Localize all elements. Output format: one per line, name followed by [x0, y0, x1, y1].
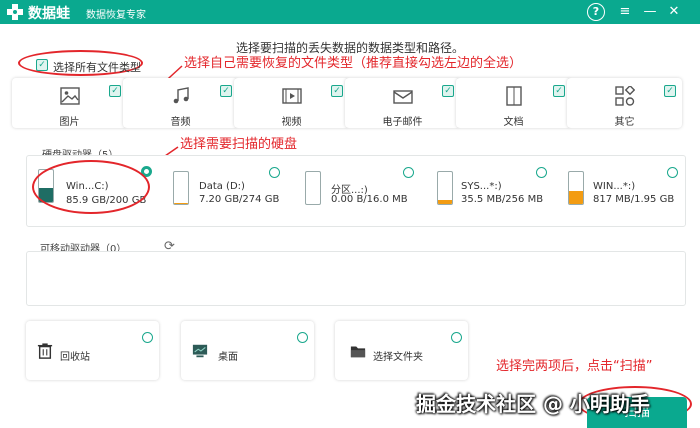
location-label: 选择文件夹	[373, 352, 423, 363]
others-icon	[614, 86, 635, 106]
file-type-audio[interactable]: ✓ 音频	[123, 78, 238, 128]
others-checkbox[interactable]: ✓	[664, 85, 676, 97]
location-radio[interactable]	[297, 332, 308, 343]
picture-icon	[59, 87, 80, 105]
drive-icon	[305, 171, 321, 205]
select-all-label: 选择所有文件类型	[53, 61, 141, 74]
file-type-label: 文档	[503, 117, 524, 128]
drive-size: 817 MB/1.95 GB	[593, 194, 675, 205]
file-type-label: 图片	[59, 117, 80, 128]
drive-usage-fill	[174, 203, 188, 204]
location-radio[interactable]	[142, 332, 153, 343]
drive-name: SYS...*:)	[461, 181, 502, 192]
drive-sys[interactable]: SYS...*:) 35.5 MB/256 MB	[432, 165, 552, 215]
select-all-checkbox[interactable]: ✓	[36, 59, 48, 71]
drive-usage-fill	[569, 190, 583, 204]
help-icon[interactable]: ?	[587, 3, 605, 21]
audio-checkbox[interactable]: ✓	[220, 85, 232, 97]
minimize-icon[interactable]: —	[641, 3, 659, 21]
watermark: 掘金技术社区 @ 小明助手	[416, 392, 650, 416]
drive-hint-annotation: 选择需要扫描的硬盘	[180, 137, 298, 152]
types-hint-annotation: 选择自己需要恢复的文件类型（推荐直接勾选左边的全选）	[184, 56, 523, 71]
folder-icon	[350, 346, 366, 358]
picture-checkbox[interactable]: ✓	[109, 85, 121, 97]
file-type-video[interactable]: ✓ 视频	[234, 78, 349, 128]
location-radio[interactable]	[451, 332, 462, 343]
document-icon	[505, 86, 522, 106]
drive-radio[interactable]	[667, 167, 678, 178]
scan-hint-annotation: 选择完两项后，点击“扫描”	[496, 359, 653, 374]
recycle-bin-icon	[37, 343, 53, 359]
menu-icon[interactable]: ≡	[616, 3, 634, 21]
music-icon	[173, 87, 189, 104]
drive-size: 7.20 GB/274 GB	[199, 194, 280, 205]
location-recycle-bin[interactable]: 回收站	[26, 321, 159, 380]
video-checkbox[interactable]: ✓	[331, 85, 343, 97]
file-type-label: 其它	[614, 117, 635, 128]
drive-size: 0.00 B/16.0 MB	[331, 194, 408, 205]
drive-partition[interactable]: 分区...:) 0.00 B/16.0 MB	[300, 165, 420, 215]
drive-radio[interactable]	[403, 167, 414, 178]
file-type-label: 音频	[170, 117, 191, 128]
file-type-email[interactable]: ✓ 电子邮件	[345, 78, 460, 128]
drive-radio[interactable]	[536, 167, 547, 178]
app-name: 数据蛙	[28, 6, 70, 22]
email-checkbox[interactable]: ✓	[442, 85, 454, 97]
drive-usage-fill	[438, 199, 452, 204]
drive-size: 35.5 MB/256 MB	[461, 194, 544, 205]
file-type-label: 电子邮件	[382, 117, 423, 128]
drive-name: WIN...*:)	[593, 181, 636, 192]
file-type-label: 视频	[281, 117, 302, 128]
file-type-document[interactable]: ✓ 文档	[456, 78, 571, 128]
location-label: 桌面	[218, 352, 238, 363]
drive-win[interactable]: WIN...*:) 817 MB/1.95 GB	[564, 165, 684, 215]
location-select-folder[interactable]: 选择文件夹	[335, 321, 468, 380]
drive-icon	[437, 171, 453, 205]
drive-highlight	[32, 160, 150, 214]
close-icon[interactable]: ✕	[665, 3, 683, 21]
video-icon	[281, 88, 302, 104]
document-checkbox[interactable]: ✓	[553, 85, 565, 97]
location-desktop[interactable]: 桌面	[181, 321, 314, 380]
drive-d[interactable]: Data (D:) 7.20 GB/274 GB	[168, 165, 288, 215]
drive-icon	[173, 171, 189, 205]
app-subtitle: 数据恢复专家	[86, 10, 146, 21]
title-bar: 数据蛙 数据恢复专家 ? ≡ — ✕	[0, 0, 700, 24]
desktop-icon	[192, 344, 208, 358]
file-type-picture[interactable]: ✓ 图片	[12, 78, 127, 128]
email-icon	[392, 90, 413, 104]
removable-drives-panel	[26, 251, 686, 306]
file-type-others[interactable]: ✓ 其它	[567, 78, 682, 128]
location-label: 回收站	[60, 352, 90, 363]
drive-name: Data (D:)	[199, 181, 245, 192]
app-logo-icon	[7, 4, 23, 20]
drive-icon	[568, 171, 584, 205]
drive-radio[interactable]	[269, 167, 280, 178]
